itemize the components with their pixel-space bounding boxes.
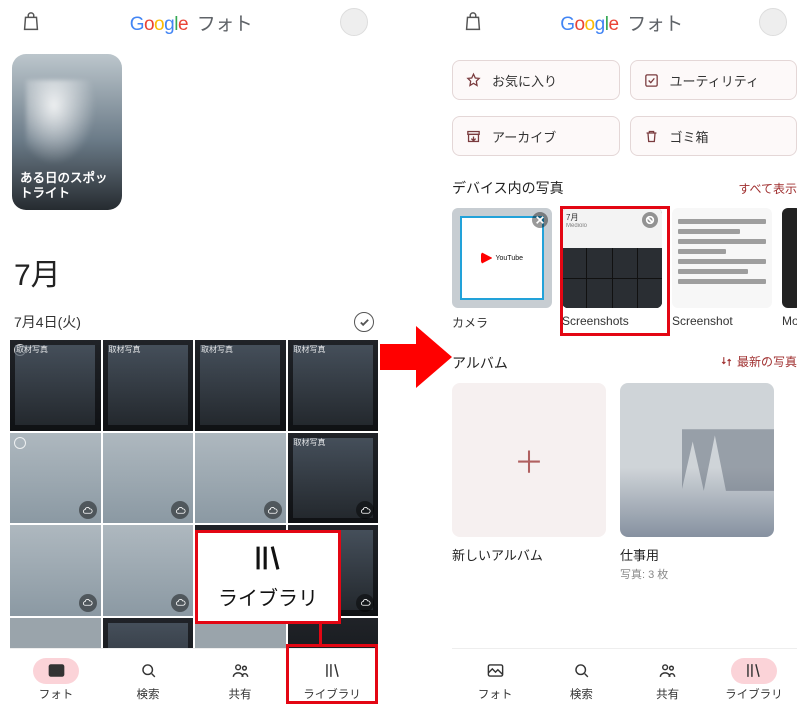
archive-icon [465, 128, 482, 145]
device-folder-screenshots[interactable]: 7月 Mediolo Screenshots [562, 208, 662, 331]
folder-label: Screenshot [672, 314, 772, 328]
device-photos-title: デバイス内の写真 [452, 178, 564, 198]
app-title: Google フォト [490, 9, 753, 36]
chip-favorites[interactable]: お気に入り [452, 60, 620, 100]
utilities-icon [643, 72, 660, 89]
sort-icon [720, 355, 733, 368]
account-avatar[interactable] [340, 8, 368, 36]
device-folder-camera[interactable]: YouTube カメラ [452, 208, 552, 331]
photo-thumb[interactable]: 取材写真 [103, 340, 194, 431]
sort-label: 最新の写真 [737, 353, 797, 370]
date-header-row: 7月4日(火) [10, 312, 378, 340]
photo-thumb[interactable]: 取材写真 [288, 433, 379, 524]
nav-label: フォト [39, 686, 74, 702]
nav-label: 検索 [570, 686, 593, 702]
chip-label: ユーティリティ [670, 71, 759, 90]
thumb-label: 取材写真 [294, 344, 326, 355]
chip-label: ゴミ箱 [670, 127, 709, 146]
folder-label: Mo [782, 314, 797, 328]
chip-utilities[interactable]: ユーティリティ [630, 60, 798, 100]
sync-off-icon [532, 212, 548, 228]
view-all-label: すべて表示 [738, 180, 797, 197]
nav-search[interactable]: 検索 [538, 649, 624, 710]
nav-photos[interactable]: フォト [10, 649, 102, 710]
chip-label: お気に入り [492, 71, 557, 90]
nav-label: ライブラリ [303, 686, 361, 702]
photo-thumb[interactable] [103, 433, 194, 524]
photo-thumb[interactable] [10, 433, 101, 524]
thumb-label: 取材写真 [201, 344, 233, 355]
spotlight-caption: ある日のスポットライト [20, 171, 114, 202]
device-folder-screenshot[interactable]: Screenshot [672, 208, 772, 331]
bottom-nav: フォト 検索 共有 ライブラリ [452, 648, 797, 710]
print-store-icon[interactable] [462, 11, 484, 33]
photo-thumb[interactable]: 取材写真 [288, 340, 379, 431]
folder-label: カメラ [452, 314, 552, 331]
chip-trash[interactable]: ゴミ箱 [630, 116, 798, 156]
nav-search[interactable]: 検索 [102, 649, 194, 710]
nav-sharing[interactable]: 共有 [194, 649, 286, 710]
thumb-label: 取材写真 [16, 344, 48, 355]
app-title: Google フォト [48, 9, 334, 36]
photo-thumb[interactable]: 取材写真 [195, 340, 286, 431]
trash-icon [643, 128, 660, 145]
select-all-icon[interactable] [354, 312, 374, 332]
thumb-label: 取材写真 [294, 437, 326, 448]
spotlight-card[interactable]: ある日のスポットライト [12, 54, 122, 210]
nav-label: フォト [478, 686, 513, 702]
chip-archive[interactable]: アーカイブ [452, 116, 620, 156]
nav-label: 検索 [137, 686, 160, 702]
album-count: 写真: 3 枚 [620, 566, 774, 582]
app-header: Google フォト [452, 0, 797, 44]
cloud-icon [171, 594, 189, 612]
folder-label: Screenshots [562, 314, 662, 328]
screen-library: Google フォト お気に入り ユーティリティ アーカイブ ゴミ箱 デバイス内… [452, 0, 797, 710]
nav-label: 共有 [229, 686, 252, 702]
nav-sharing[interactable]: 共有 [625, 649, 711, 710]
cloud-icon [79, 501, 97, 519]
cloud-icon [356, 501, 374, 519]
view-all-link[interactable]: すべて表示 [738, 180, 797, 197]
print-store-icon[interactable] [20, 11, 42, 33]
cloud-icon [356, 594, 374, 612]
new-album[interactable]: ＋ 新しいアルバム [452, 383, 606, 582]
library-callout: ライブラリ [195, 530, 341, 624]
albums-title: アルバム [452, 353, 508, 373]
thumb-label: 取材写真 [109, 344, 141, 355]
plus-icon: ＋ [514, 438, 544, 482]
album-name: 新しいアルバム [452, 545, 606, 564]
app-header: Google フォト [10, 0, 378, 44]
cloud-icon [171, 501, 189, 519]
album-work[interactable]: 仕事用 写真: 3 枚 [620, 383, 774, 582]
device-folders-strip[interactable]: YouTube カメラ 7月 Mediolo Screenshots Scree… [452, 208, 797, 331]
library-icon [251, 541, 285, 575]
chip-label: アーカイブ [492, 127, 556, 146]
cloud-icon [264, 501, 282, 519]
photo-thumb[interactable] [195, 433, 286, 524]
photo-thumb[interactable] [10, 525, 101, 616]
photo-thumb[interactable]: 取材写真 [10, 340, 101, 431]
nav-label: 共有 [656, 686, 679, 702]
month-heading: 7月 [14, 250, 378, 294]
callout-label: ライブラリ [218, 582, 318, 611]
nav-library[interactable]: ライブラリ [711, 649, 797, 710]
account-avatar[interactable] [759, 8, 787, 36]
arrow-icon [380, 326, 452, 388]
album-name: 仕事用 [620, 545, 774, 564]
photo-thumb[interactable] [103, 525, 194, 616]
star-icon [465, 72, 482, 89]
sync-off-icon [642, 212, 658, 228]
bottom-nav: フォト 検索 共有 ライブラリ [10, 648, 378, 710]
sort-link[interactable]: 最新の写真 [720, 353, 797, 370]
nav-label: ライブラリ [725, 686, 783, 702]
device-folder-more[interactable]: Mo [782, 208, 797, 331]
nav-photos[interactable]: フォト [452, 649, 538, 710]
cloud-icon [79, 594, 97, 612]
nav-library[interactable]: ライブラリ [286, 649, 378, 710]
date-label: 7月4日(火) [14, 312, 81, 332]
